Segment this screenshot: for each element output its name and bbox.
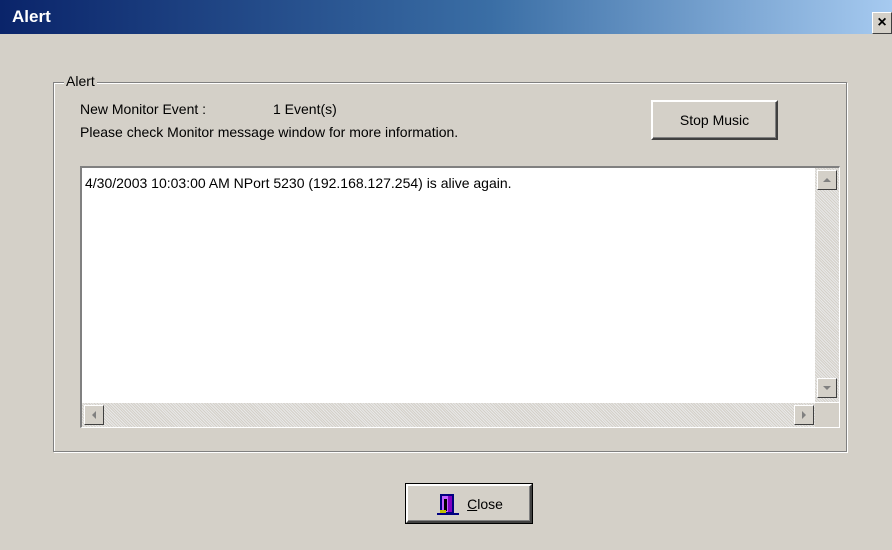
arrow-right-icon: [802, 411, 806, 419]
horizontal-scrollbar[interactable]: [82, 403, 816, 427]
close-button-label: Close: [467, 495, 503, 512]
vertical-scrollbar[interactable]: [815, 168, 839, 402]
arrow-down-icon: [823, 386, 831, 390]
groupbox-legend: Alert: [64, 73, 97, 89]
close-button[interactable]: Close: [405, 483, 533, 524]
scrollbar-corner: [815, 403, 839, 427]
scroll-left-button[interactable]: [84, 405, 104, 425]
window-title: Alert: [12, 7, 51, 26]
scroll-down-button[interactable]: [817, 378, 837, 398]
stop-music-button[interactable]: Stop Music: [651, 100, 778, 140]
new-event-count: 1 Event(s): [273, 101, 337, 117]
monitor-message-list[interactable]: 4/30/2003 10:03:00 AM NPort 5230 (192.16…: [80, 166, 840, 428]
door-exit-icon: [435, 491, 461, 517]
arrow-up-icon: [823, 178, 831, 182]
title-bar[interactable]: Alert ×: [0, 0, 892, 34]
stop-music-label: Stop Music: [679, 112, 750, 128]
message-line[interactable]: 4/30/2003 10:03:00 AM NPort 5230 (192.16…: [85, 175, 512, 191]
scroll-right-button[interactable]: [794, 405, 814, 425]
window-close-button[interactable]: ×: [872, 12, 892, 34]
info-text: Please check Monitor message window for …: [80, 124, 459, 140]
arrow-left-icon: [92, 411, 96, 419]
new-event-label: New Monitor Event :: [80, 101, 207, 117]
scroll-up-button[interactable]: [817, 170, 837, 190]
